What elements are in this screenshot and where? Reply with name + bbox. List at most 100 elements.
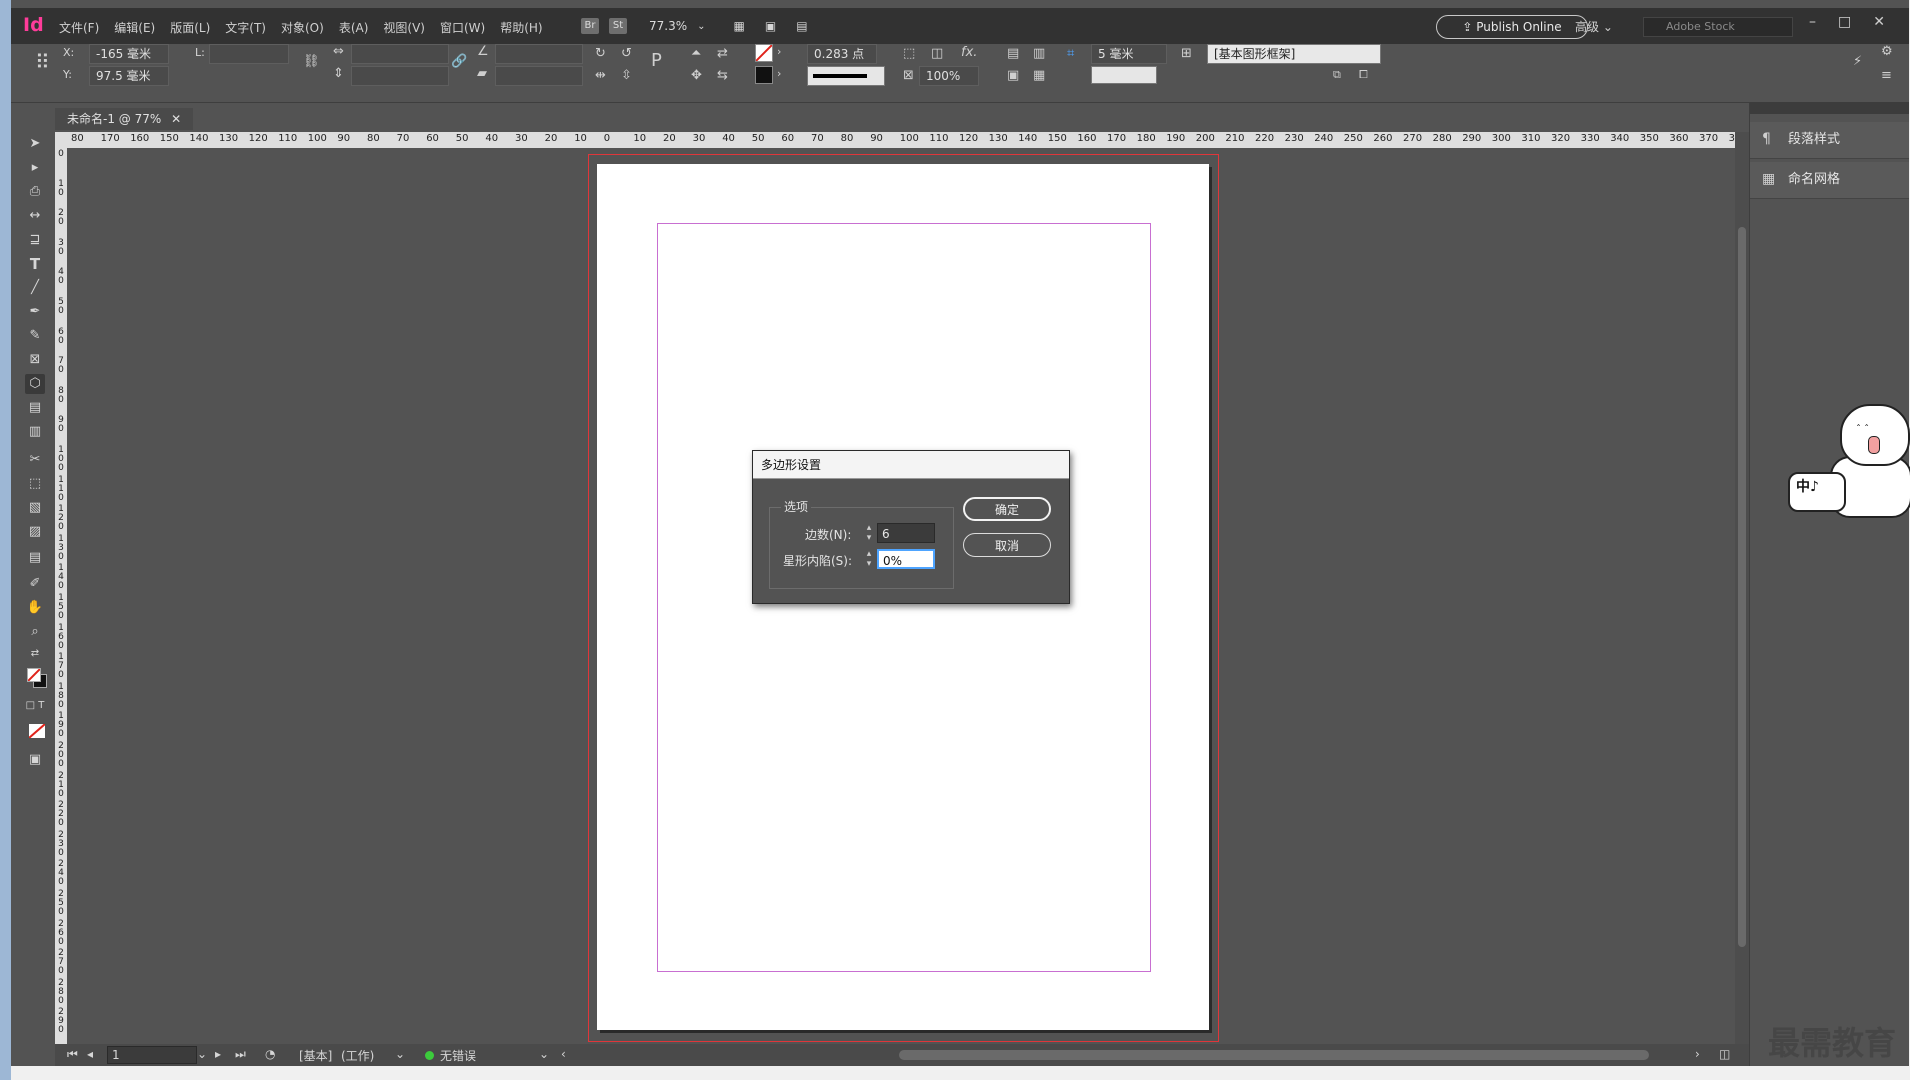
scale-x-icon[interactable]: ⇔ xyxy=(333,44,344,59)
vertical-grid-tool-icon[interactable]: ▥ xyxy=(25,422,45,442)
scale-y-icon[interactable]: ⇕ xyxy=(333,66,344,81)
panel-dock-header[interactable] xyxy=(1750,102,1909,114)
chevron-right-icon[interactable]: › xyxy=(777,45,781,58)
object-style-select[interactable]: [基本图形框架] xyxy=(1207,44,1381,64)
shear-field[interactable] xyxy=(495,66,583,86)
hand-tool-icon[interactable]: ✋ xyxy=(25,598,45,618)
sides-input[interactable]: 6 xyxy=(877,523,935,543)
select-container-icon[interactable]: ⏶ xyxy=(691,46,701,61)
style-options-icon[interactable]: ⧠ xyxy=(1359,68,1368,82)
stroke-swatch[interactable] xyxy=(755,66,773,84)
previous-page-icon[interactable]: ◂ xyxy=(87,1047,93,1061)
next-page-icon[interactable]: ▸ xyxy=(215,1047,221,1061)
menu-window[interactable]: 窗口(W) xyxy=(440,19,485,36)
center-content-icon[interactable]: ▦ xyxy=(1033,68,1045,83)
vertical-scroll-thumb[interactable] xyxy=(1738,227,1746,947)
selection-tool-icon[interactable]: ➤ xyxy=(25,134,45,154)
apply-none-icon[interactable] xyxy=(28,723,46,739)
panel-settings-icon[interactable]: ⚙ xyxy=(1881,44,1893,59)
chevron-down-icon[interactable]: ⌄ xyxy=(395,1047,405,1061)
pencil-tool-icon[interactable]: ✎ xyxy=(25,326,45,346)
shear-angle-icon[interactable]: ▰ xyxy=(477,66,487,81)
rotate-angle-icon[interactable]: ∠ xyxy=(477,44,489,59)
stroke-weight-field[interactable]: 0.283 点 xyxy=(807,44,877,64)
rotate-field[interactable] xyxy=(495,44,583,64)
star-inset-stepper-icon[interactable]: ▴ ▾ xyxy=(863,549,875,569)
scroll-right-icon[interactable]: › xyxy=(1695,1047,1700,1061)
select-previous-icon[interactable]: ⇆ xyxy=(717,68,728,83)
minimize-icon[interactable]: – xyxy=(1809,14,1816,30)
sides-stepper-icon[interactable]: ▴ ▾ xyxy=(863,523,875,543)
flip-horizontal-icon[interactable]: ⇹ xyxy=(595,68,606,83)
menu-edit[interactable]: 编辑(E) xyxy=(114,19,155,36)
gradient-swatch-tool-icon[interactable]: ▧ xyxy=(25,498,45,518)
text-wrap-bounding-icon[interactable]: ▥ xyxy=(1033,46,1045,61)
object-effects-icon[interactable]: ⬚ xyxy=(903,46,915,61)
scroll-left-icon[interactable]: ‹ xyxy=(561,1047,566,1061)
reference-point-icon[interactable]: ⠿ xyxy=(35,50,50,74)
horizontal-ruler[interactable]: 80 170 160 150 140 130 120 110 100 90 80 70 60 50 40 30… xyxy=(67,132,1735,149)
fill-stroke-proxy[interactable] xyxy=(27,668,47,688)
frame-fitting-icon[interactable]: ⊞ xyxy=(1181,46,1192,61)
opacity-field[interactable]: 100% xyxy=(919,66,979,86)
chevron-right-icon[interactable]: › xyxy=(777,67,781,80)
content-collector-icon[interactable]: ⊒ xyxy=(25,230,45,250)
pen-tool-icon[interactable]: ✒ xyxy=(25,302,45,322)
chevron-down-icon[interactable]: ⌄ xyxy=(197,1047,207,1061)
chevron-down-icon[interactable]: ⌄ xyxy=(697,21,705,32)
menu-table[interactable]: 表(A) xyxy=(339,19,369,36)
fill-tint-field[interactable] xyxy=(1091,66,1157,84)
menu-file[interactable]: 文件(F) xyxy=(59,19,99,36)
gap-field[interactable]: 5 毫米 xyxy=(1091,44,1167,64)
gradient-feather-tool-icon[interactable]: ▨ xyxy=(25,522,45,542)
fit-content-icon[interactable]: ▣ xyxy=(1007,68,1019,83)
cancel-button[interactable]: 取消 xyxy=(963,533,1051,557)
preflight-status[interactable]: 无错误 xyxy=(425,1047,476,1064)
constrain-scale-icon[interactable]: 🔗 xyxy=(451,54,467,69)
zoom-tool-icon[interactable]: ⌕ xyxy=(25,622,45,642)
page-number-field[interactable]: 1 xyxy=(107,1046,197,1064)
flip-vertical-icon[interactable]: ⇳ xyxy=(621,68,632,83)
scissors-tool-icon[interactable]: ✂ xyxy=(25,450,45,470)
screen-mode-icon[interactable]: ▣ xyxy=(25,750,45,770)
view-options-icon[interactable]: ▦ xyxy=(734,19,745,33)
quick-apply-icon[interactable]: ⚡ xyxy=(1853,54,1862,69)
text-wrap-none-icon[interactable]: ▤ xyxy=(1007,46,1019,61)
constrain-proportions-icon[interactable]: ⛓ xyxy=(303,54,320,69)
panel-menu-icon[interactable]: ≡ xyxy=(1881,68,1892,83)
stock-button[interactable]: St xyxy=(609,18,627,34)
stock-search-input[interactable]: Adobe Stock xyxy=(1643,17,1793,37)
publish-online-button[interactable]: ⇪ Publish Online xyxy=(1436,15,1588,39)
menu-type[interactable]: 文字(T) xyxy=(225,19,266,36)
zoom-level[interactable]: 77.3% xyxy=(649,19,687,33)
select-next-icon[interactable]: ⇄ xyxy=(717,46,728,61)
auto-fit-icon[interactable]: ⌗ xyxy=(1067,46,1074,61)
width-field[interactable] xyxy=(209,44,289,64)
polygon-tool-icon[interactable]: ⬡ xyxy=(25,374,45,394)
formatting-affects-container-icon[interactable]: □ T xyxy=(25,696,45,716)
direct-selection-tool-icon[interactable]: ▸ xyxy=(25,158,45,178)
fx-icon[interactable]: fx. xyxy=(961,45,977,60)
menu-view[interactable]: 视图(V) xyxy=(383,19,425,36)
preflight-icon[interactable]: ◔ xyxy=(265,1047,275,1061)
ok-button[interactable]: 确定 xyxy=(963,497,1051,521)
horizontal-grid-tool-icon[interactable]: ▤ xyxy=(25,398,45,418)
rotate-ccw-icon[interactable]: ↺ xyxy=(621,46,632,61)
close-tab-icon[interactable]: ✕ xyxy=(171,112,181,126)
menu-object[interactable]: 对象(O) xyxy=(281,19,324,36)
paragraph-styles-panel-button[interactable]: ¶ 段落样式 xyxy=(1750,122,1909,159)
horizontal-scroll-thumb[interactable] xyxy=(899,1050,1649,1060)
chevron-down-icon[interactable]: ⌄ xyxy=(539,1047,549,1061)
split-window-icon[interactable]: ◫ xyxy=(1719,1047,1730,1061)
x-position-field[interactable]: -165 毫米 xyxy=(89,44,169,64)
close-icon[interactable]: ✕ xyxy=(1873,14,1885,30)
scale-x-field[interactable] xyxy=(351,44,449,64)
first-page-icon[interactable]: ⏮ xyxy=(67,1047,78,1062)
maximize-icon[interactable]: □ xyxy=(1838,14,1851,30)
rotate-cw-icon[interactable]: ↻ xyxy=(595,46,606,61)
type-tool-icon[interactable]: T xyxy=(25,254,45,274)
clear-overrides-icon[interactable]: ⧉ xyxy=(1333,68,1341,82)
last-page-icon[interactable]: ⏭ xyxy=(235,1047,246,1062)
menu-help[interactable]: 帮助(H) xyxy=(500,19,542,36)
document-tab[interactable]: 未命名-1 @ 77% ✕ xyxy=(55,108,194,130)
